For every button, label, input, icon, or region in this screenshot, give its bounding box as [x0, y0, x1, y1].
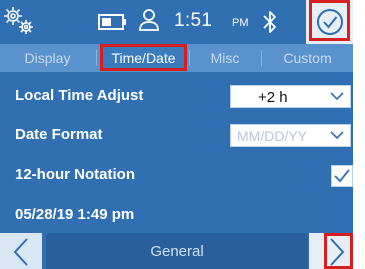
- user-icon: [138, 8, 160, 32]
- local-time-adjust-select[interactable]: +2 h: [230, 85, 351, 108]
- previous-button[interactable]: [0, 233, 42, 269]
- tab-custom[interactable]: Custom: [262, 44, 353, 72]
- setting-row-local-time-adjust: Local Time Adjust +2 h: [0, 77, 353, 117]
- chevron-down-icon: [330, 92, 344, 101]
- date-format-select[interactable]: MM/DD/YY: [230, 124, 351, 147]
- checkmark-circle-icon: [317, 9, 343, 35]
- status-bar: 1:51 PM: [0, 0, 353, 44]
- chevron-right-icon: [330, 238, 345, 266]
- tab-misc[interactable]: Misc: [190, 44, 260, 72]
- clock-time: 1:51: [174, 10, 213, 31]
- setting-row-12-hour: 12-hour Notation: [0, 156, 353, 196]
- setting-label: Local Time Adjust: [15, 87, 144, 104]
- select-value: +2 h: [258, 89, 288, 106]
- current-datetime: 05/28/19 1:49 pm: [15, 206, 135, 223]
- next-button[interactable]: [309, 233, 353, 269]
- tab-label: Misc: [210, 50, 240, 66]
- twelve-hour-checkbox[interactable]: [331, 165, 353, 187]
- chevron-left-icon: [13, 238, 28, 266]
- confirm-button[interactable]: [306, 0, 353, 44]
- device-screen: 1:51 PM Display Time/Date Misc Custom Lo…: [0, 0, 353, 269]
- checkmark-icon: [334, 169, 350, 183]
- bluetooth-icon: [262, 9, 278, 35]
- tab-label: Time/Date: [111, 50, 176, 66]
- setting-label: Date Format: [15, 126, 103, 143]
- section-tab: General: [46, 233, 308, 269]
- section-title: General: [150, 243, 204, 260]
- tab-label: Display: [24, 50, 71, 66]
- tab-label: Custom: [283, 50, 332, 66]
- bottom-nav: General: [0, 233, 353, 269]
- chevron-down-icon: [330, 131, 344, 140]
- tab-display[interactable]: Display: [0, 44, 95, 72]
- clock-ampm: PM: [232, 17, 249, 29]
- battery-icon: [98, 13, 128, 31]
- divider: [96, 50, 97, 66]
- gears-icon[interactable]: [2, 4, 38, 38]
- setting-label: 12-hour Notation: [15, 166, 135, 183]
- setting-row-date-format: Date Format MM/DD/YY: [0, 116, 353, 156]
- tab-time-date[interactable]: Time/Date: [98, 44, 189, 72]
- select-value: MM/DD/YY: [237, 128, 307, 144]
- tab-bar: Display Time/Date Misc Custom: [0, 44, 353, 72]
